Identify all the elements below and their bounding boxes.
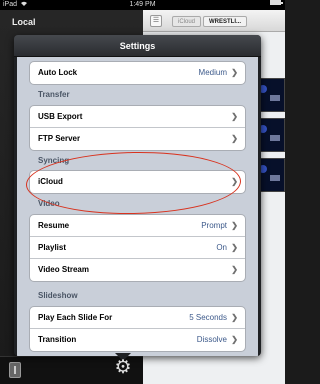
row-label: Playlist: [38, 243, 67, 252]
auto-lock-row[interactable]: Auto Lock Medium ❯: [30, 62, 245, 84]
clock: 1:49 PM: [129, 1, 156, 8]
group-syncing: iCloud ❯: [29, 170, 246, 194]
row-label: Auto Lock: [38, 68, 78, 77]
chevron-right-icon: ❯: [231, 265, 238, 274]
row-label: FTP Server: [38, 134, 81, 143]
chevron-right-icon: ❯: [231, 335, 238, 344]
row-value: Medium: [198, 68, 227, 77]
chevron-right-icon: ❯: [231, 221, 238, 230]
settings-title: Settings: [14, 35, 261, 57]
row-value: 5 Seconds: [189, 313, 227, 322]
row-value: Dissolve: [196, 335, 227, 344]
settings-popover: Settings Auto Lock Medium ❯ Transfer USB…: [14, 35, 261, 356]
chevron-right-icon: ❯: [231, 68, 238, 77]
row-label: Transition: [38, 335, 77, 344]
device-icon[interactable]: [9, 362, 21, 378]
resume-row[interactable]: Resume Prompt ❯: [30, 215, 245, 237]
group-transfer: USB Export ❯ FTP Server ❯: [29, 105, 246, 151]
sidebar-title: Local: [12, 17, 36, 27]
section-title-video: Video: [38, 199, 60, 208]
section-title-slideshow: Slideshow: [38, 291, 78, 300]
gear-icon[interactable]: ⚙: [113, 358, 133, 378]
menu-icon[interactable]: ☰: [150, 15, 162, 27]
group-slideshow: Play Each Slide For 5 Seconds ❯ Transiti…: [29, 306, 246, 352]
chevron-right-icon: ❯: [231, 177, 238, 186]
row-label: Play Each Slide For: [38, 313, 113, 322]
row-label: Video Stream: [38, 265, 89, 274]
group-video: Resume Prompt ❯ Playlist On ❯ Video Stre…: [29, 214, 246, 282]
section-title-transfer: Transfer: [38, 90, 70, 99]
breadcrumb-icloud[interactable]: iCloud: [172, 16, 202, 27]
chevron-right-icon: ❯: [231, 112, 238, 121]
usb-export-row[interactable]: USB Export ❯: [30, 106, 245, 128]
row-value: On: [216, 243, 227, 252]
status-bar: iPad 1:49 PM: [0, 0, 285, 10]
section-title-syncing: Syncing: [38, 156, 70, 165]
row-label: USB Export: [38, 112, 83, 121]
play-each-slide-row[interactable]: Play Each Slide For 5 Seconds ❯: [30, 307, 245, 329]
chevron-right-icon: ❯: [231, 313, 238, 322]
icloud-row[interactable]: iCloud ❯: [30, 171, 245, 193]
chevron-right-icon: ❯: [231, 243, 238, 252]
row-label: Resume: [38, 221, 70, 230]
chevron-right-icon: ❯: [231, 134, 238, 143]
ftp-server-row[interactable]: FTP Server ❯: [30, 128, 245, 150]
group-general: Auto Lock Medium ❯: [29, 61, 246, 85]
transition-row[interactable]: Transition Dissolve ❯: [30, 329, 245, 351]
row-value: Prompt: [201, 221, 227, 230]
video-stream-row[interactable]: Video Stream ❯: [30, 259, 245, 281]
browser-toolbar: ☰ iCloud WRESTLI...: [143, 10, 285, 32]
breadcrumb-current[interactable]: WRESTLI...: [203, 16, 247, 27]
settings-list[interactable]: Auto Lock Medium ❯ Transfer USB Export ❯…: [17, 57, 258, 356]
playlist-row[interactable]: Playlist On ❯: [30, 237, 245, 259]
row-label: iCloud: [38, 177, 63, 186]
battery-icon: [270, 0, 283, 5]
